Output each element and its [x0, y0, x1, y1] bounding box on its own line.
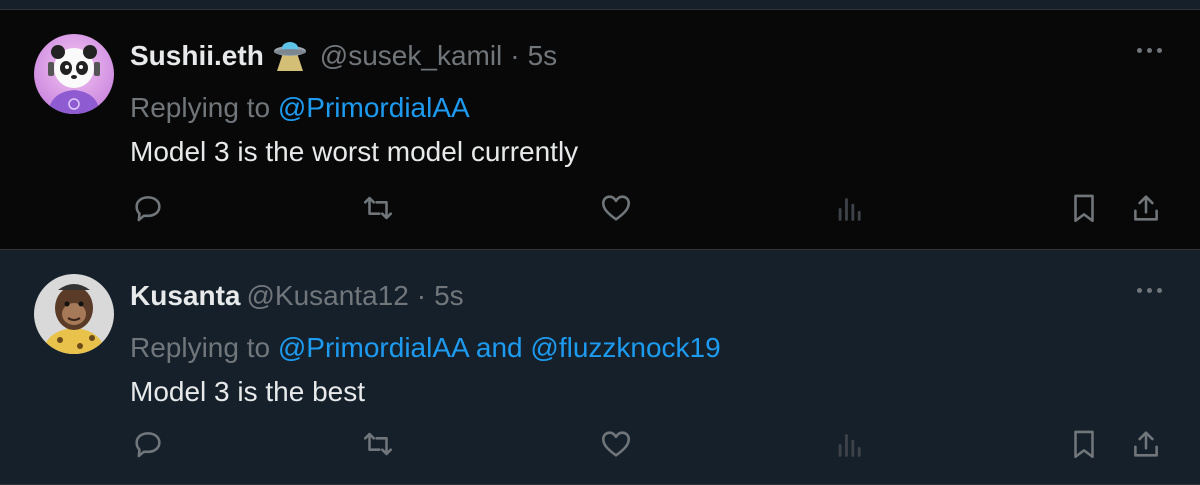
retweet-icon[interactable]	[358, 188, 398, 228]
views-icon[interactable]	[830, 424, 870, 464]
user-handle[interactable]: @Kusanta12	[246, 278, 408, 314]
panda-avatar-icon	[34, 34, 114, 114]
reply-icon[interactable]	[128, 424, 168, 464]
tweet-header: Kusanta @Kusanta12 · 5s	[130, 278, 464, 314]
user-handle[interactable]: @susek_kamil	[320, 38, 502, 74]
replying-prefix: Replying to	[130, 92, 278, 123]
like-icon[interactable]	[596, 424, 636, 464]
tweet-text: Model 3 is the worst model currently	[130, 136, 579, 167]
top-divider	[0, 0, 1200, 10]
tweet[interactable]: Sushii.eth @susek_kamil · 5s Replying to…	[0, 10, 1200, 250]
avatar[interactable]	[34, 34, 114, 114]
share-icon[interactable]	[1126, 424, 1166, 464]
tweet-header: Sushii.eth @susek_kamil · 5s	[130, 38, 557, 74]
reply-icon[interactable]	[128, 188, 168, 228]
share-icon[interactable]	[1126, 188, 1166, 228]
avatar[interactable]	[34, 274, 114, 354]
display-name[interactable]: Kusanta	[130, 278, 240, 314]
replying-mention[interactable]: @PrimordialAA and @fluzzknock19	[278, 332, 721, 363]
more-options-icon[interactable]	[1137, 288, 1162, 293]
retweet-icon[interactable]	[358, 424, 398, 464]
action-bar	[0, 188, 1200, 244]
replying-mention[interactable]: @PrimordialAA	[278, 92, 470, 123]
tweet[interactable]: Kusanta @Kusanta12 · 5s Replying to @Pri…	[0, 250, 1200, 485]
views-icon[interactable]	[830, 188, 870, 228]
separator-dot: ·	[510, 40, 520, 71]
display-name[interactable]: Sushii.eth	[130, 38, 264, 74]
replying-prefix: Replying to	[130, 332, 278, 363]
action-bar	[0, 424, 1200, 480]
separator-dot: ·	[416, 280, 427, 311]
bookmark-icon[interactable]	[1064, 424, 1104, 464]
more-options-icon[interactable]	[1137, 48, 1162, 53]
replying-to: Replying to @PrimordialAA and @fluzzknoc…	[130, 330, 721, 366]
timestamp[interactable]: 5s	[434, 278, 464, 314]
replying-to: Replying to @PrimordialAA	[130, 90, 470, 126]
ufo-icon	[272, 39, 308, 73]
ape-avatar-icon	[34, 274, 114, 354]
like-icon[interactable]	[596, 188, 636, 228]
tweet-text: Model 3 is the best	[130, 376, 366, 407]
timestamp[interactable]: 5s	[528, 38, 558, 74]
bookmark-icon[interactable]	[1064, 188, 1104, 228]
